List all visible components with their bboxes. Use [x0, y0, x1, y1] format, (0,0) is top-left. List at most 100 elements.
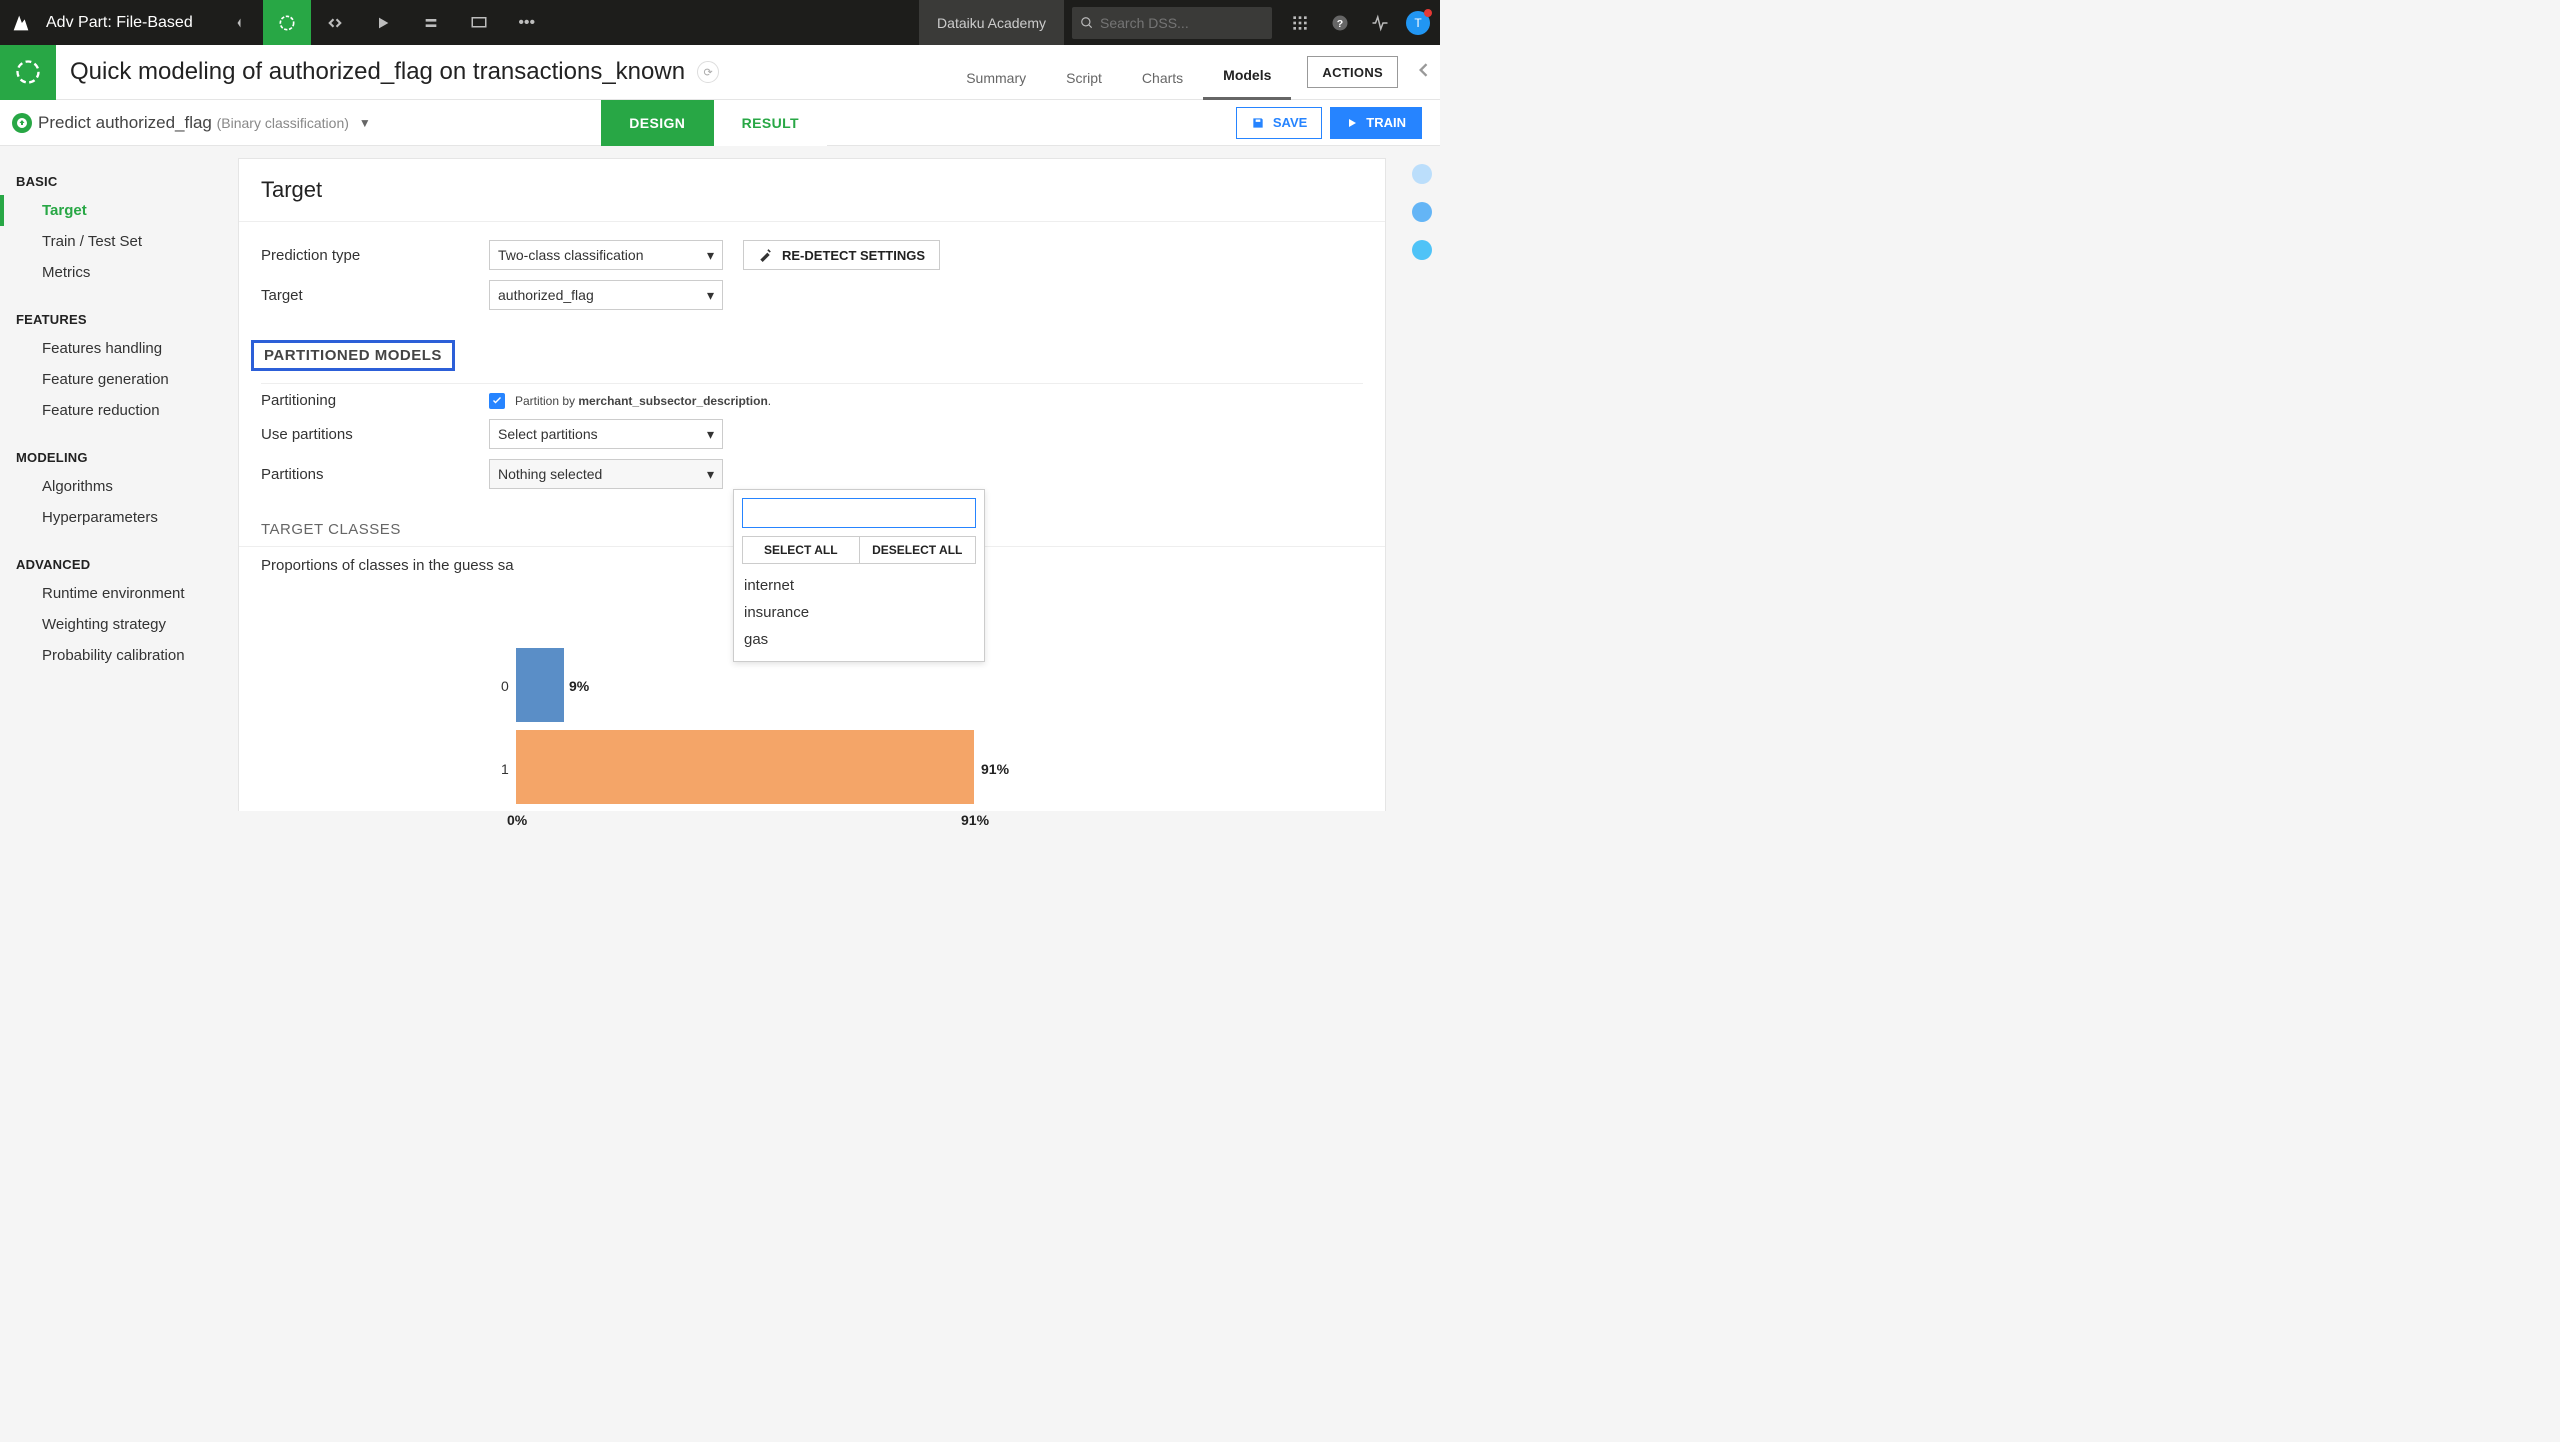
bar-value-0: 9% — [569, 678, 589, 694]
recipe-icon[interactable] — [263, 0, 311, 45]
play-icon — [1346, 117, 1358, 129]
back-icon[interactable] — [1414, 60, 1434, 85]
add-icon[interactable] — [1412, 164, 1432, 184]
page-header: Quick modeling of authorized_flag on tra… — [0, 45, 1440, 100]
partitions-select[interactable]: Nothing selected ▾ — [489, 459, 723, 489]
chat-icon[interactable] — [1412, 240, 1432, 260]
task-name: Predict authorized_flag — [38, 113, 212, 132]
actions-button[interactable]: ACTIONS — [1307, 56, 1398, 88]
chevron-down-icon: ▾ — [707, 426, 714, 443]
chevron-down-icon: ▾ — [707, 287, 714, 304]
user-avatar[interactable]: T — [1406, 11, 1430, 35]
tab-summary[interactable]: Summary — [946, 70, 1046, 100]
tab-charts[interactable]: Charts — [1122, 70, 1203, 100]
subheader: Predict authorized_flag (Binary classifi… — [0, 100, 1440, 146]
sidebar-item-target[interactable]: Target — [0, 195, 238, 226]
stack-icon[interactable] — [407, 0, 455, 45]
partitioning-label: Partitioning — [261, 392, 489, 409]
tab-models[interactable]: Models — [1203, 67, 1291, 100]
bar-value-1: 91% — [981, 761, 1009, 777]
train-label: TRAIN — [1366, 115, 1406, 130]
prediction-type-value: Two-class classification — [498, 247, 644, 263]
bar-label-1: 1 — [501, 761, 509, 777]
chevron-down-icon: ▾ — [707, 247, 714, 264]
recipe-badge-icon — [0, 45, 56, 100]
flow-icon[interactable] — [215, 0, 263, 45]
x-axis-start: 0% — [507, 812, 527, 828]
partitions-dropdown: SELECT ALL DESELECT ALL internet insuran… — [733, 489, 985, 662]
sidebar-item-weighting[interactable]: Weighting strategy — [0, 609, 238, 640]
option-insurance[interactable]: insurance — [742, 599, 976, 626]
apps-grid-icon[interactable] — [1280, 15, 1320, 31]
x-axis-end: 91% — [961, 812, 989, 828]
topbar: Adv Part: File-Based ••• Dataiku Academy… — [0, 0, 1440, 45]
global-search[interactable] — [1072, 7, 1272, 39]
right-rail — [1404, 146, 1440, 811]
partition-desc: Partition by merchant_subsector_descript… — [515, 394, 771, 408]
task-breadcrumb[interactable]: Predict authorized_flag (Binary classifi… — [38, 113, 349, 133]
train-button[interactable]: TRAIN — [1330, 107, 1422, 139]
task-subtype: (Binary classification) — [217, 115, 349, 131]
deselect-all-button[interactable]: DESELECT ALL — [859, 536, 977, 564]
partitioning-checkbox[interactable] — [489, 393, 505, 409]
mode-design[interactable]: DESIGN — [601, 100, 714, 146]
prediction-type-label: Prediction type — [261, 247, 489, 264]
redetect-button[interactable]: RE-DETECT SETTINGS — [743, 240, 940, 270]
partitioned-models-heading: PARTITIONED MODELS — [251, 340, 455, 371]
wand-icon — [758, 248, 772, 262]
prediction-type-select[interactable]: Two-class classification ▾ — [489, 240, 723, 270]
chevron-down-icon[interactable]: ▼ — [359, 116, 371, 130]
chevron-down-icon: ▾ — [707, 466, 714, 483]
dataiku-logo-icon[interactable] — [10, 12, 32, 34]
search-input[interactable] — [1100, 15, 1250, 31]
sb-heading-features: FEATURES — [0, 306, 238, 333]
use-partitions-select[interactable]: Select partitions ▾ — [489, 419, 723, 449]
code-icon[interactable] — [311, 0, 359, 45]
sb-heading-modeling: MODELING — [0, 444, 238, 471]
target-select[interactable]: authorized_flag ▾ — [489, 280, 723, 310]
target-value: authorized_flag — [498, 287, 594, 303]
task-icon — [12, 113, 32, 133]
content-panel: Target Prediction type Two-class classif… — [238, 158, 1386, 811]
sb-heading-basic: BASIC — [0, 168, 238, 195]
project-title[interactable]: Adv Part: File-Based — [46, 14, 193, 32]
panel-title: Target — [239, 159, 1385, 222]
sidebar-item-feat-red[interactable]: Feature reduction — [0, 395, 238, 426]
save-button[interactable]: SAVE — [1236, 107, 1322, 139]
sidebar-item-probcal[interactable]: Probability calibration — [0, 640, 238, 671]
use-partitions-label: Use partitions — [261, 426, 489, 443]
run-icon[interactable] — [359, 0, 407, 45]
screen-icon[interactable] — [455, 0, 503, 45]
target-label: Target — [261, 287, 489, 304]
sidebar-item-feat-handling[interactable]: Features handling — [0, 333, 238, 364]
partition-filter-input[interactable] — [742, 498, 976, 528]
sidebar-item-feat-gen[interactable]: Feature generation — [0, 364, 238, 395]
header-tabs: Summary Script Charts Models — [946, 45, 1291, 100]
bar-0 — [516, 648, 564, 722]
sb-heading-advanced: ADVANCED — [0, 551, 238, 578]
mode-result[interactable]: RESULT — [714, 100, 827, 146]
sidebar-item-algorithms[interactable]: Algorithms — [0, 471, 238, 502]
use-partitions-value: Select partitions — [498, 426, 598, 442]
more-icon[interactable]: ••• — [503, 0, 551, 45]
activity-icon[interactable] — [1360, 14, 1400, 32]
sidebar: BASIC Target Train / Test Set Metrics FE… — [0, 146, 238, 811]
sidebar-item-metrics[interactable]: Metrics — [0, 257, 238, 288]
info-icon[interactable] — [1412, 202, 1432, 222]
partitions-label: Partitions — [261, 466, 489, 483]
refresh-icon[interactable]: ⟳ — [697, 61, 719, 83]
sidebar-item-hyperparams[interactable]: Hyperparameters — [0, 502, 238, 533]
option-internet[interactable]: internet — [742, 572, 976, 599]
help-icon[interactable]: ? — [1320, 14, 1360, 32]
tab-script[interactable]: Script — [1046, 70, 1122, 100]
svg-text:?: ? — [1337, 17, 1343, 29]
option-gas[interactable]: gas — [742, 626, 976, 653]
select-all-button[interactable]: SELECT ALL — [742, 536, 859, 564]
page-title: Quick modeling of authorized_flag on tra… — [70, 58, 685, 86]
partitions-value: Nothing selected — [498, 466, 602, 482]
academy-link[interactable]: Dataiku Academy — [919, 0, 1064, 45]
sidebar-item-runtime[interactable]: Runtime environment — [0, 578, 238, 609]
sidebar-item-train-test[interactable]: Train / Test Set — [0, 226, 238, 257]
bar-1 — [516, 730, 974, 804]
save-label: SAVE — [1273, 115, 1307, 130]
